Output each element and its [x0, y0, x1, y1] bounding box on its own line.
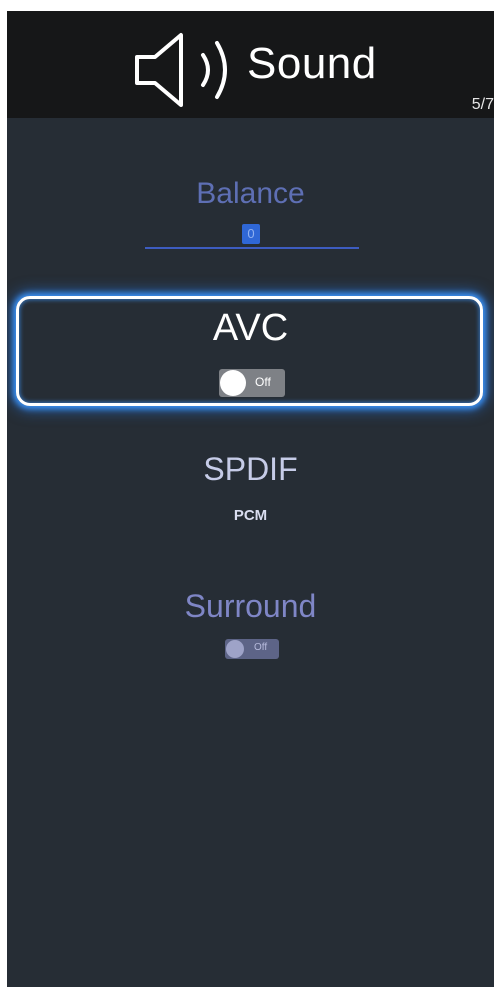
surround-toggle[interactable]: Off: [225, 639, 279, 659]
speaker-icon: [135, 33, 227, 107]
avc-toggle-state: Off: [255, 375, 271, 389]
page-title: Sound: [247, 39, 377, 88]
balance-slider-thumb[interactable]: 0: [242, 224, 260, 244]
spdif-label[interactable]: SPDIF: [7, 451, 494, 488]
surround-label: Surround: [184, 588, 317, 624]
page-indicator: 5/7: [471, 96, 494, 113]
avc-toggle-knob: [220, 370, 246, 396]
surround-toggle-knob: [226, 640, 244, 658]
spdif-value[interactable]: PCM: [7, 507, 494, 524]
menu-header: Sound 5/7: [7, 11, 494, 118]
sound-menu-screen: Sound 5/7 Balance 0 AVC Off SPDIF PCM Su…: [7, 11, 494, 987]
balance-label: Balance: [196, 177, 305, 210]
avc-label: AVC: [212, 307, 289, 349]
avc-toggle[interactable]: Off: [219, 369, 285, 397]
balance-slider-track[interactable]: [145, 247, 359, 249]
surround-toggle-state: Off: [254, 642, 268, 653]
